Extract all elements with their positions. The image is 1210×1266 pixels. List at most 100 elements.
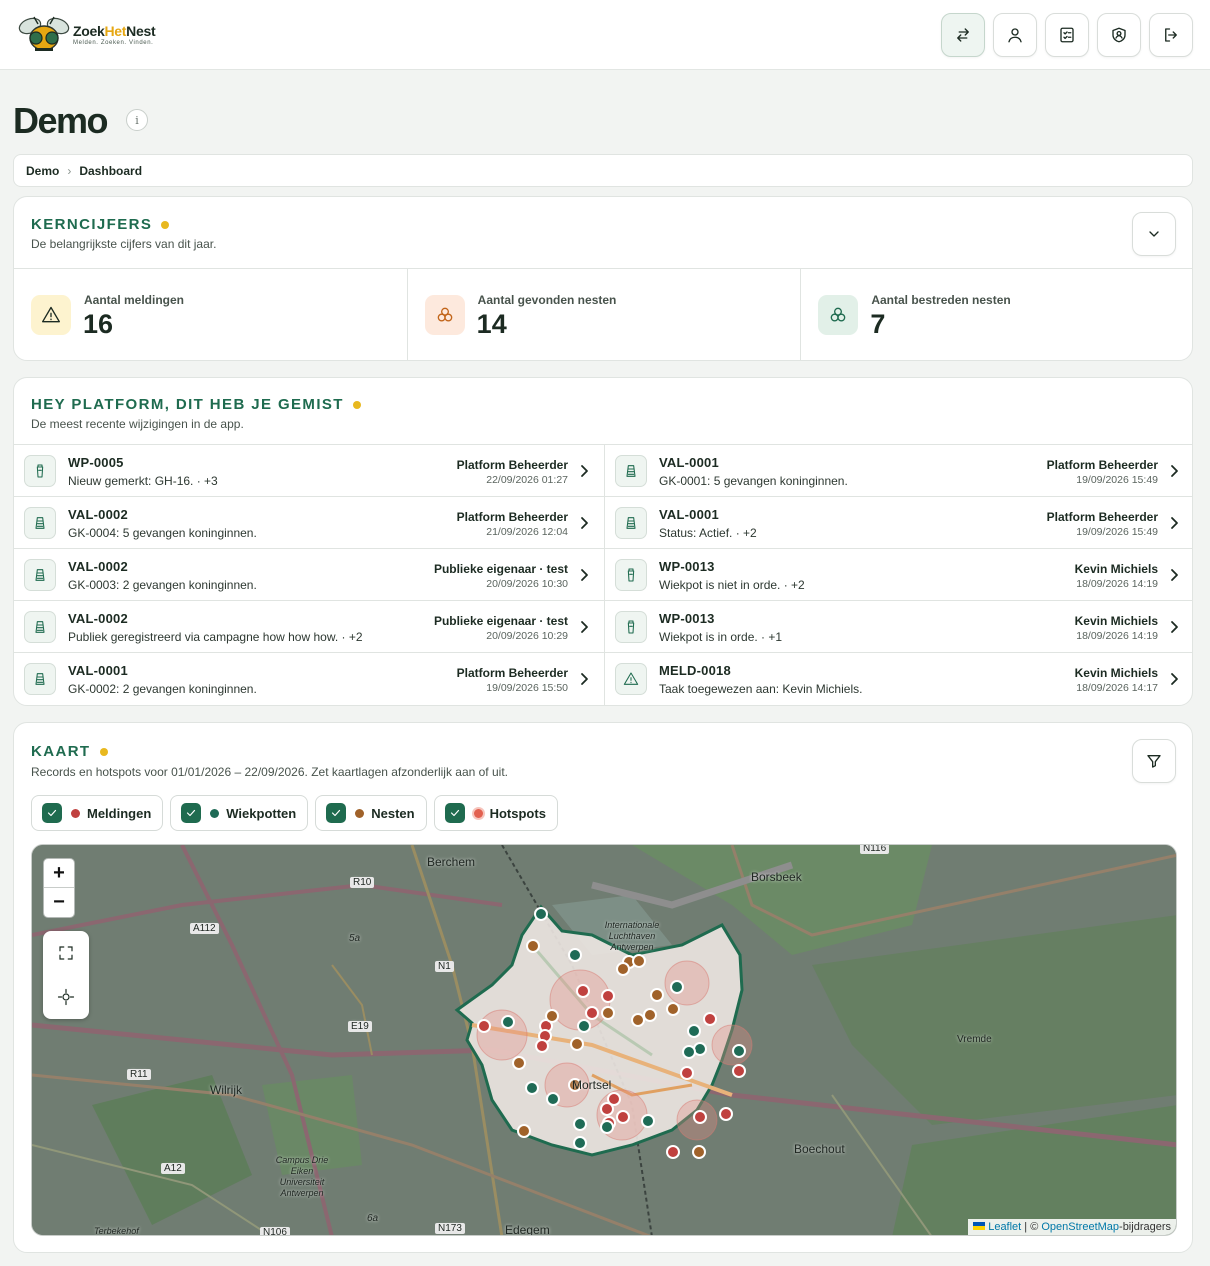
- map-marker[interactable]: [631, 1013, 645, 1027]
- map-marker[interactable]: [525, 1081, 539, 1095]
- osm-link[interactable]: OpenStreetMap: [1041, 1221, 1119, 1233]
- map-marker[interactable]: [600, 1120, 614, 1134]
- map-marker[interactable]: [643, 1008, 657, 1022]
- map-marker[interactable]: [600, 1102, 614, 1116]
- map-marker[interactable]: [570, 1037, 584, 1051]
- check-icon: [47, 809, 57, 817]
- map-marker[interactable]: [568, 948, 582, 962]
- map-marker[interactable]: [666, 1002, 680, 1016]
- zoom-in-button[interactable]: +: [44, 859, 74, 888]
- bee-logo-icon: [18, 16, 70, 51]
- map-marker[interactable]: [703, 1012, 717, 1026]
- logout-button[interactable]: [1149, 13, 1193, 57]
- brand-logo[interactable]: ZoekHetNest Melden. Zoeken. Vinden.: [16, 14, 176, 56]
- activity-item[interactable]: VAL-0001 GK-0002: 2 gevangen koninginnen.…: [14, 653, 604, 705]
- stats-row: Aantal meldingen 16 Aantal gevonden nest…: [14, 268, 1192, 360]
- shield-icon: [1112, 27, 1126, 43]
- road-label: R11: [127, 1069, 151, 1080]
- map-marker[interactable]: [632, 954, 646, 968]
- map-marker[interactable]: [670, 980, 684, 994]
- map-marker[interactable]: [732, 1044, 746, 1058]
- stat-label: Aantal meldingen: [84, 293, 185, 307]
- actor-name: Publieke eigenaar · test: [433, 614, 568, 628]
- checkbox[interactable]: [326, 803, 347, 823]
- leaflet-link[interactable]: Leaflet: [988, 1221, 1021, 1233]
- tasks-button[interactable]: [1045, 13, 1089, 57]
- layer-toggle-hotspots[interactable]: Hotspots: [433, 795, 558, 831]
- activity-list: WP-0005 Nieuw gemerkt: GH-16. · +3 Platfor…: [14, 444, 1192, 705]
- map-view[interactable]: + − Berchem Borsbeek Wilrijk Mortsel Vre…: [31, 844, 1177, 1236]
- map-marker[interactable]: [616, 962, 630, 976]
- map-place-label: Mortsel: [572, 1078, 612, 1092]
- info-icon[interactable]: i: [126, 109, 148, 131]
- map-marker[interactable]: [576, 984, 590, 998]
- map-marker[interactable]: [501, 1015, 515, 1029]
- profile-button[interactable]: [993, 13, 1037, 57]
- zoom-out-button[interactable]: −: [44, 888, 74, 917]
- filter-button[interactable]: [1132, 739, 1176, 783]
- legend-dot: [355, 808, 365, 818]
- map-marker[interactable]: [692, 1145, 706, 1159]
- map-marker[interactable]: [477, 1019, 491, 1033]
- activity-item[interactable]: WP-0013 Wiekpot is in orde. · +1 Kevin Mic…: [604, 601, 1192, 653]
- kerncijfers-card: KERNCIJFERS De belangrijkste cijfers van…: [13, 196, 1193, 361]
- checkbox[interactable]: [444, 803, 465, 823]
- map-marker[interactable]: [573, 1136, 587, 1150]
- map-marker[interactable]: [534, 907, 548, 921]
- actor-name: Platform Beheerder: [456, 510, 568, 524]
- layer-toggle-nesten[interactable]: Nesten: [315, 795, 427, 831]
- switch-button[interactable]: [941, 13, 985, 57]
- map-marker[interactable]: [512, 1056, 526, 1070]
- map-marker[interactable]: [517, 1124, 531, 1138]
- map-marker[interactable]: [585, 1006, 599, 1020]
- map-marker[interactable]: [719, 1107, 733, 1121]
- stat-label: Aantal gevonden nesten: [477, 293, 617, 307]
- activity-item[interactable]: VAL-0002 GK-0004: 5 gevangen koninginnen.…: [14, 497, 604, 549]
- fullscreen-button[interactable]: [43, 931, 89, 975]
- map-marker[interactable]: [601, 989, 615, 1003]
- checkbox[interactable]: [181, 803, 202, 823]
- map-marker[interactable]: [545, 1009, 559, 1023]
- locate-button[interactable]: [43, 975, 89, 1019]
- actor-name: Kevin Michiels: [1074, 614, 1158, 628]
- map-marker[interactable]: [526, 939, 540, 953]
- layer-toggles: Meldingen Wiekpotten Nesten Hotspots: [31, 795, 558, 831]
- map-marker[interactable]: [693, 1110, 707, 1124]
- collapse-button[interactable]: [1132, 212, 1176, 256]
- checkbox[interactable]: [42, 803, 62, 823]
- map-marker[interactable]: [687, 1024, 701, 1038]
- card-title: HEY PLATFORM, DIT HEB JE GEMIST: [31, 396, 361, 413]
- map-marker[interactable]: [546, 1092, 560, 1106]
- actor-name: Platform Beheerder: [456, 666, 568, 680]
- layer-toggle-wiekpotten[interactable]: Wiekpotten: [170, 795, 309, 831]
- map-marker[interactable]: [601, 1006, 615, 1020]
- timestamp: 20/09/2026 10:29: [486, 630, 568, 642]
- admin-button[interactable]: [1097, 13, 1141, 57]
- map-marker[interactable]: [616, 1110, 630, 1124]
- breadcrumb-item-demo[interactable]: Demo: [26, 164, 59, 178]
- layer-label: Meldingen: [87, 805, 152, 821]
- activity-item[interactable]: WP-0013 Wiekpot is niet in orde. · +2 Kevi…: [604, 549, 1192, 601]
- map-marker[interactable]: [682, 1045, 696, 1059]
- map-marker[interactable]: [641, 1114, 655, 1128]
- map-place-label: Terbekehof: [94, 1226, 139, 1236]
- change-description: Nieuw gemerkt: GH-16. · +3: [68, 474, 218, 488]
- activity-item[interactable]: VAL-0001 Status: Actief. · +2 Platform Beh…: [604, 497, 1192, 549]
- activity-item[interactable]: MELD-0018 Taak toegewezen aan: Kevin Mich…: [604, 653, 1192, 705]
- map-marker[interactable]: [650, 988, 664, 1002]
- activity-item[interactable]: VAL-0001 GK-0001: 5 gevangen koninginnen.…: [604, 445, 1192, 497]
- activity-item[interactable]: VAL-0002 GK-0003: 2 gevangen koninginnen.…: [14, 549, 604, 601]
- trap-icon: [615, 507, 647, 539]
- map-markers: [477, 907, 746, 1159]
- map-marker[interactable]: [577, 1019, 591, 1033]
- map-marker[interactable]: [732, 1064, 746, 1078]
- layer-toggle-meldingen[interactable]: Meldingen: [31, 795, 164, 831]
- map-marker[interactable]: [680, 1066, 694, 1080]
- map-marker[interactable]: [573, 1117, 587, 1131]
- map-marker[interactable]: [666, 1145, 680, 1159]
- activity-item[interactable]: WP-0005 Nieuw gemerkt: GH-16. · +3 Platfor…: [14, 445, 604, 497]
- card-subtitle: De meest recente wijzigingen in de app.: [31, 417, 244, 431]
- map-card: KAART Records en hotspots voor 01/01/202…: [13, 722, 1193, 1253]
- map-marker[interactable]: [535, 1039, 549, 1053]
- activity-item[interactable]: VAL-0002 Publiek geregistreerd via campag…: [14, 601, 604, 653]
